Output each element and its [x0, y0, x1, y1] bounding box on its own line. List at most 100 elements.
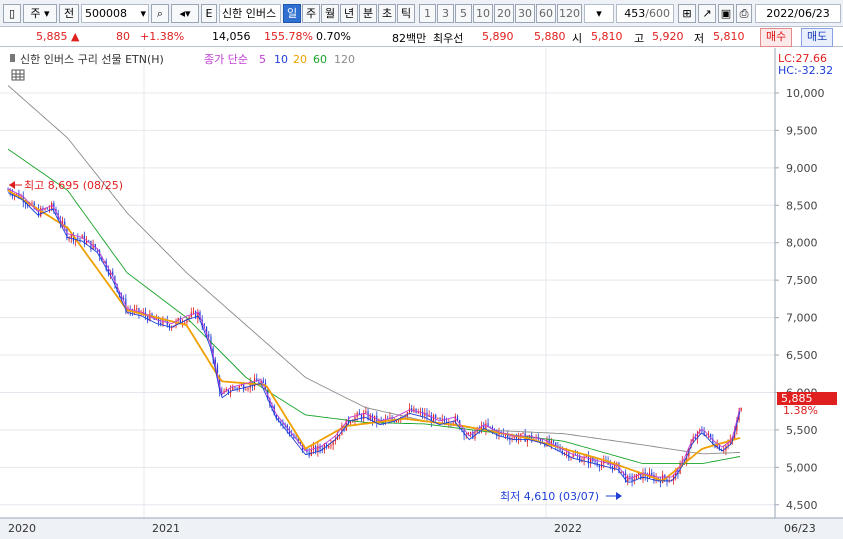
symbol-mode-button[interactable]: 전: [59, 4, 79, 23]
candle-body: [522, 433, 524, 435]
candle-body: [258, 381, 260, 384]
best-bid-value: 5,880: [534, 30, 566, 43]
candle-body: [437, 417, 439, 419]
candle-body: [310, 449, 312, 456]
save-icon[interactable]: ▣: [718, 4, 734, 23]
candle-body: [452, 422, 454, 424]
candle-body: [635, 474, 638, 479]
sell-button[interactable]: 매도: [801, 28, 834, 47]
high-label: 고: [634, 32, 645, 45]
candle-body: [627, 476, 629, 482]
x-tick-label: 2020: [8, 522, 36, 535]
candle-body: [371, 414, 374, 421]
period-month-button[interactable]: 월: [321, 4, 339, 23]
candle-body: [247, 388, 249, 390]
chevron-down-icon: ▾: [596, 7, 602, 20]
high-annotation: 최고 8,695 (08/25): [9, 179, 123, 192]
layout-icon[interactable]: ▯: [3, 4, 21, 23]
code-input[interactable]: 500008 ▾: [81, 4, 149, 23]
candle-body: [208, 334, 210, 337]
candle-body: [651, 472, 653, 475]
interval-120-button[interactable]: 120: [557, 4, 582, 23]
chart-type-icon[interactable]: ⊞: [678, 4, 696, 23]
open-value: 5,810: [591, 30, 623, 43]
chart-toolbar: ▯ 주 ▾ 전 500008 ▾ ⌕ ◂▾ E 신한 인버스 일 주 월 년 분 …: [0, 0, 843, 27]
count-value: 453: [624, 7, 646, 20]
candle-body: [740, 408, 742, 411]
candle-body: [609, 464, 611, 466]
chevron-down-icon[interactable]: ▾: [140, 5, 146, 22]
candle-body: [579, 455, 581, 462]
y-tick-label: 9,000: [786, 162, 818, 175]
candle-body: [594, 461, 596, 463]
x-tick-label: 2021: [152, 522, 180, 535]
candle-body: [192, 311, 195, 313]
interval-10-button[interactable]: 10: [473, 4, 493, 23]
period-second-button[interactable]: 초: [378, 4, 396, 23]
candle-body: [31, 202, 33, 204]
chart-background: [0, 48, 843, 539]
search-icon[interactable]: ⌕: [151, 4, 169, 23]
y-tick-label: 7,500: [786, 274, 818, 287]
buy-button[interactable]: 매수: [760, 28, 793, 47]
count-max: /600: [645, 7, 670, 20]
candle-body: [136, 308, 138, 310]
candle-body: [328, 446, 330, 448]
interval-20-button[interactable]: 20: [494, 4, 514, 23]
interval-30-button[interactable]: 30: [515, 4, 535, 23]
print-icon[interactable]: ⎙: [736, 4, 752, 23]
best-label: 최우선: [433, 32, 464, 45]
y-tick-label: 9,500: [786, 124, 818, 137]
best-ask-value: 5,890: [482, 30, 514, 43]
candle-body: [365, 411, 367, 413]
candle-body: [456, 416, 459, 421]
market-select-label: 주: [30, 7, 41, 20]
ma-legend-60: 60: [313, 53, 327, 66]
candle-body: [349, 421, 352, 424]
candle-body: [439, 417, 441, 420]
period-year-button[interactable]: 년: [340, 4, 358, 23]
turnover-value: 0.70%: [316, 30, 351, 43]
period-minute-button[interactable]: 분: [359, 4, 377, 23]
draw-line-icon[interactable]: ↗: [698, 4, 716, 23]
chart-title: 신한 인버스 구리 선물 ETN(H): [20, 53, 164, 66]
low-value: 5,810: [713, 30, 745, 43]
candle-body: [694, 437, 696, 439]
interval-5-button[interactable]: 5: [455, 4, 472, 23]
interval-dropdown[interactable]: ▾: [584, 4, 614, 23]
candle-body: [727, 443, 729, 446]
candle-body: [46, 208, 48, 210]
y-tick-label: 8,000: [786, 237, 818, 250]
candle-body: [566, 452, 568, 454]
interval-1-button[interactable]: 1: [419, 4, 436, 23]
volume-value: 14,056: [212, 30, 251, 43]
price-value: 5,885: [36, 30, 68, 43]
current-price: 5,885 ▲: [36, 30, 79, 43]
candle-body: [315, 446, 317, 453]
interval-3-button[interactable]: 3: [437, 4, 454, 23]
count-input[interactable]: 453/600: [616, 4, 674, 23]
ma-legend-label: 종가 단순: [204, 53, 248, 66]
interval-60-button[interactable]: 60: [536, 4, 556, 23]
x-tick-label: 2022: [554, 522, 582, 535]
market-select[interactable]: 주 ▾: [23, 4, 57, 23]
legend-marker-icon: [10, 54, 15, 62]
high-annotation-text: 최고 8,695 (08/25): [24, 179, 123, 192]
y-tick-label: 5,000: [786, 461, 818, 474]
high-value: 5,920: [652, 30, 684, 43]
x-axis-panel: [0, 518, 843, 539]
candle-body: [352, 421, 354, 423]
speaker-icon[interactable]: ◂▾: [171, 4, 199, 23]
date-field[interactable]: 2022/06/23: [755, 4, 841, 23]
period-week-button[interactable]: 주: [302, 4, 320, 23]
period-day-button[interactable]: 일: [283, 4, 301, 23]
period-tick-button[interactable]: 틱: [397, 4, 415, 23]
candle-body: [77, 237, 79, 239]
candle-body: [245, 389, 247, 391]
stock-name-field[interactable]: 신한 인버스: [219, 4, 281, 23]
quote-bar: 5,885 ▲ 80 +1.38% 14,056 155.78% 0.70% 8…: [0, 27, 843, 47]
amount-value: 82백만: [392, 32, 427, 45]
price-chart[interactable]: 10,000 9,500 9,000 8,500 8,000 7,500 7,000 6,50…: [0, 48, 843, 539]
y-tick-label: 4,500: [786, 499, 818, 512]
candle-body: [330, 445, 332, 447]
